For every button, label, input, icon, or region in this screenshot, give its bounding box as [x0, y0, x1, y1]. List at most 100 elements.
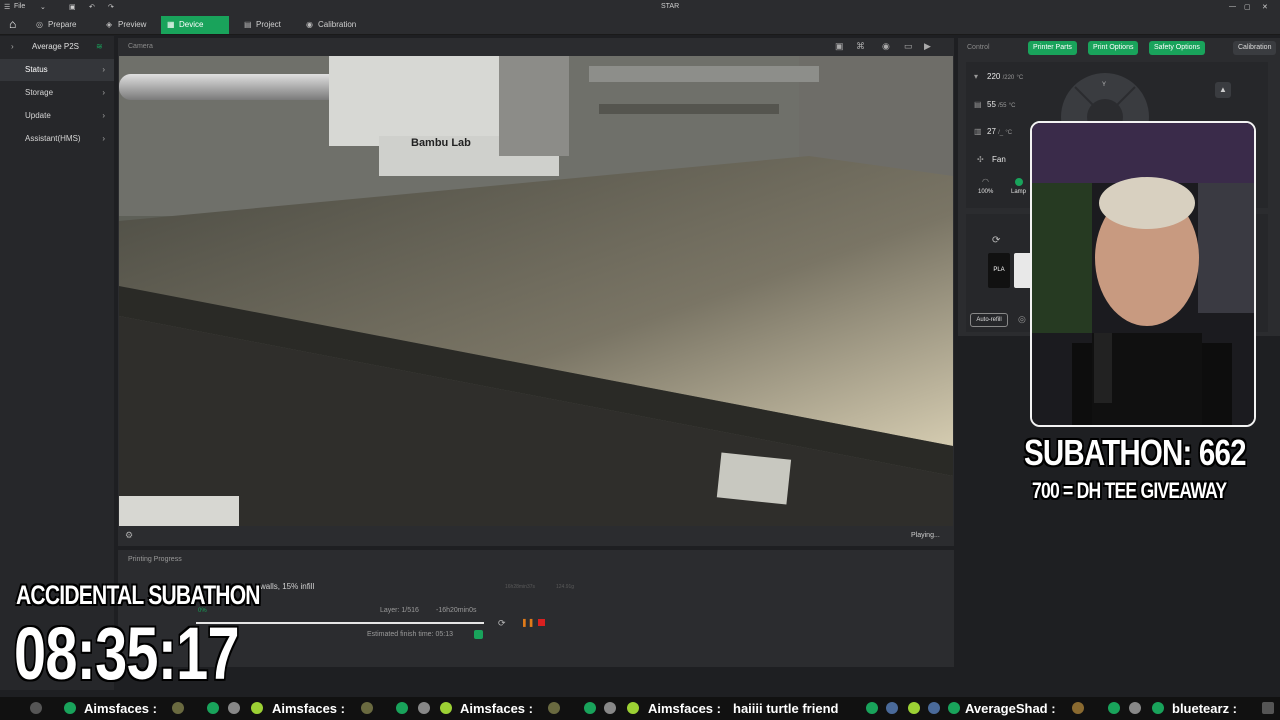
save-icon[interactable]: ▣: [69, 3, 76, 11]
safety-options-button[interactable]: Safety Options: [1149, 41, 1205, 55]
ticker-message: Aimsfaces :: [272, 701, 345, 716]
ticker-message: haiiii turtle friend: [733, 701, 839, 716]
chevron-right-icon: ›: [11, 42, 14, 51]
emote-icon: [604, 702, 616, 714]
ticker-message: Aimsfaces :: [648, 701, 721, 716]
printer-parts-button[interactable]: Printer Parts: [1028, 41, 1077, 55]
emote-icon: [30, 702, 42, 714]
y-axis-label: Y: [1102, 82, 1106, 88]
home-icon[interactable]: ⌂: [9, 17, 16, 31]
tab-prepare[interactable]: ◎ Prepare: [30, 16, 84, 34]
bed-icon: ▤: [974, 100, 982, 109]
camera-panel: Camera ▣ ⌘ ◉ ▭ ▶ Bambu Lab ⚙ Playing...: [118, 38, 954, 546]
emote-icon: [251, 702, 263, 714]
prepare-icon: ◎: [36, 20, 43, 29]
timer-title: ACCIDENTAL SUBATHON: [16, 580, 261, 610]
undo-icon[interactable]: ↶: [89, 3, 95, 11]
k-emote-icon: [584, 702, 596, 714]
record-icon[interactable]: ◉: [882, 41, 890, 52]
emote-icon: [228, 702, 240, 714]
tab-project[interactable]: ▤ Project: [238, 16, 289, 34]
webcam-overlay: [1030, 121, 1256, 427]
chevron-right-icon: ›: [102, 88, 105, 97]
chamber-icon: ▥: [974, 127, 982, 136]
tab-preview[interactable]: ◈ Preview: [100, 16, 154, 34]
printer-brand-label: Bambu Lab: [411, 137, 471, 149]
chevron-right-icon: ›: [102, 134, 105, 143]
z-up-button[interactable]: ▲: [1215, 82, 1231, 98]
fan-label: Fan: [992, 155, 1006, 164]
emote-icon: [1072, 702, 1084, 714]
time-remaining: -16h20min0s: [436, 607, 477, 614]
ticker-message: AverageShad :: [965, 701, 1056, 716]
avatar: [1262, 702, 1274, 714]
control-title: Control: [967, 44, 990, 51]
turtle-emote-icon: [172, 702, 184, 714]
k-emote-icon: [866, 702, 878, 714]
turtle-emote-icon: [361, 702, 373, 714]
chamber-temperature[interactable]: 27 /_ °C: [987, 127, 1012, 136]
bed-temperature[interactable]: 55 /55 °C: [987, 100, 1015, 109]
sidebar-item-update[interactable]: Update ›: [0, 105, 114, 127]
redo-icon[interactable]: ↷: [108, 3, 114, 11]
emote-icon: [418, 702, 430, 714]
chevron-right-icon: ›: [102, 111, 105, 120]
ticker-message: Aimsfaces :: [84, 701, 157, 716]
status-indicator: [474, 630, 483, 639]
sidebar-item-assistant[interactable]: Assistant(HMS) ›: [0, 128, 114, 150]
tab-device[interactable]: ▦ Device: [161, 16, 229, 34]
camera-switch-icon[interactable]: ⌘: [856, 41, 865, 52]
video-icon[interactable]: ▶: [924, 41, 931, 52]
emote-icon: [908, 702, 920, 714]
menu-icon[interactable]: ☰: [4, 3, 10, 11]
refresh-filament-icon[interactable]: ⟳: [992, 235, 1000, 246]
picture-icon[interactable]: ▣: [835, 41, 844, 52]
control-calibration-button[interactable]: Calibration: [1233, 41, 1277, 55]
tab-bar: ⌂ ◎ Prepare ◈ Preview ▦ Device ▤ Project ◉ Ca…: [0, 15, 1280, 35]
emote-icon: [928, 702, 940, 714]
emote-icon: [886, 702, 898, 714]
progress-bar: [196, 622, 484, 624]
file-menu[interactable]: File: [14, 3, 25, 10]
lamp-icon[interactable]: [1015, 178, 1023, 186]
camera-feed: Bambu Lab: [119, 56, 953, 526]
sidebar-item-storage[interactable]: Storage ›: [0, 82, 114, 104]
layer-count: Layer: 1/516: [380, 607, 419, 614]
progress-title: Printing Progress: [128, 556, 182, 563]
pause-button[interactable]: ❚❚: [521, 618, 534, 627]
timelapse-icon[interactable]: ▭: [904, 41, 913, 52]
chevron-down-icon[interactable]: ⌄: [40, 3, 46, 11]
close-button[interactable]: ✕: [1262, 3, 1268, 11]
chevron-right-icon: ›: [102, 65, 105, 74]
project-icon: ▤: [244, 20, 252, 29]
device-icon: ▦: [167, 20, 175, 29]
filament-slot-1[interactable]: PLA: [988, 253, 1010, 288]
maximize-button[interactable]: ▢: [1244, 3, 1251, 11]
nozzle-temperature[interactable]: 220 /220 °C: [987, 72, 1023, 81]
settings-icon[interactable]: ⚙: [125, 530, 133, 541]
sidebar-item-status[interactable]: Status ›: [0, 59, 114, 81]
title-bar: ☰ File ⌄ ▣ ↶ ↷ STAR — ▢ ✕: [0, 0, 1280, 15]
camera-footer: ⚙ Playing...: [118, 526, 954, 546]
print-options-button[interactable]: Print Options: [1088, 41, 1139, 55]
tab-calibration[interactable]: ◉ Calibration: [300, 16, 364, 34]
emote-icon: [64, 702, 76, 714]
print-duration: 16h28min37s: [505, 584, 536, 590]
part-fan-icon[interactable]: ◠: [982, 177, 989, 186]
camera-title: Camera: [128, 43, 153, 50]
auto-refill-button[interactable]: Auto-refill: [970, 313, 1008, 327]
printer-name: Average P2S: [32, 42, 79, 51]
camera-header: Camera ▣ ⌘ ◉ ▭ ▶: [118, 38, 954, 56]
emote-icon: [440, 702, 452, 714]
fan-icon: ✣: [977, 155, 984, 164]
minimize-button[interactable]: —: [1229, 3, 1236, 10]
k-emote-icon: [1108, 702, 1120, 714]
wifi-icon: ≋: [96, 42, 103, 51]
window-title: STAR: [661, 3, 680, 10]
settings-icon[interactable]: ◎: [1018, 314, 1026, 325]
printer-selector[interactable]: › Average P2S ≋: [0, 36, 114, 58]
stop-button[interactable]: [538, 619, 545, 626]
refresh-icon[interactable]: ⟳: [498, 618, 506, 629]
turtle-emote-icon: [548, 702, 560, 714]
stream-status: Playing...: [911, 532, 940, 539]
